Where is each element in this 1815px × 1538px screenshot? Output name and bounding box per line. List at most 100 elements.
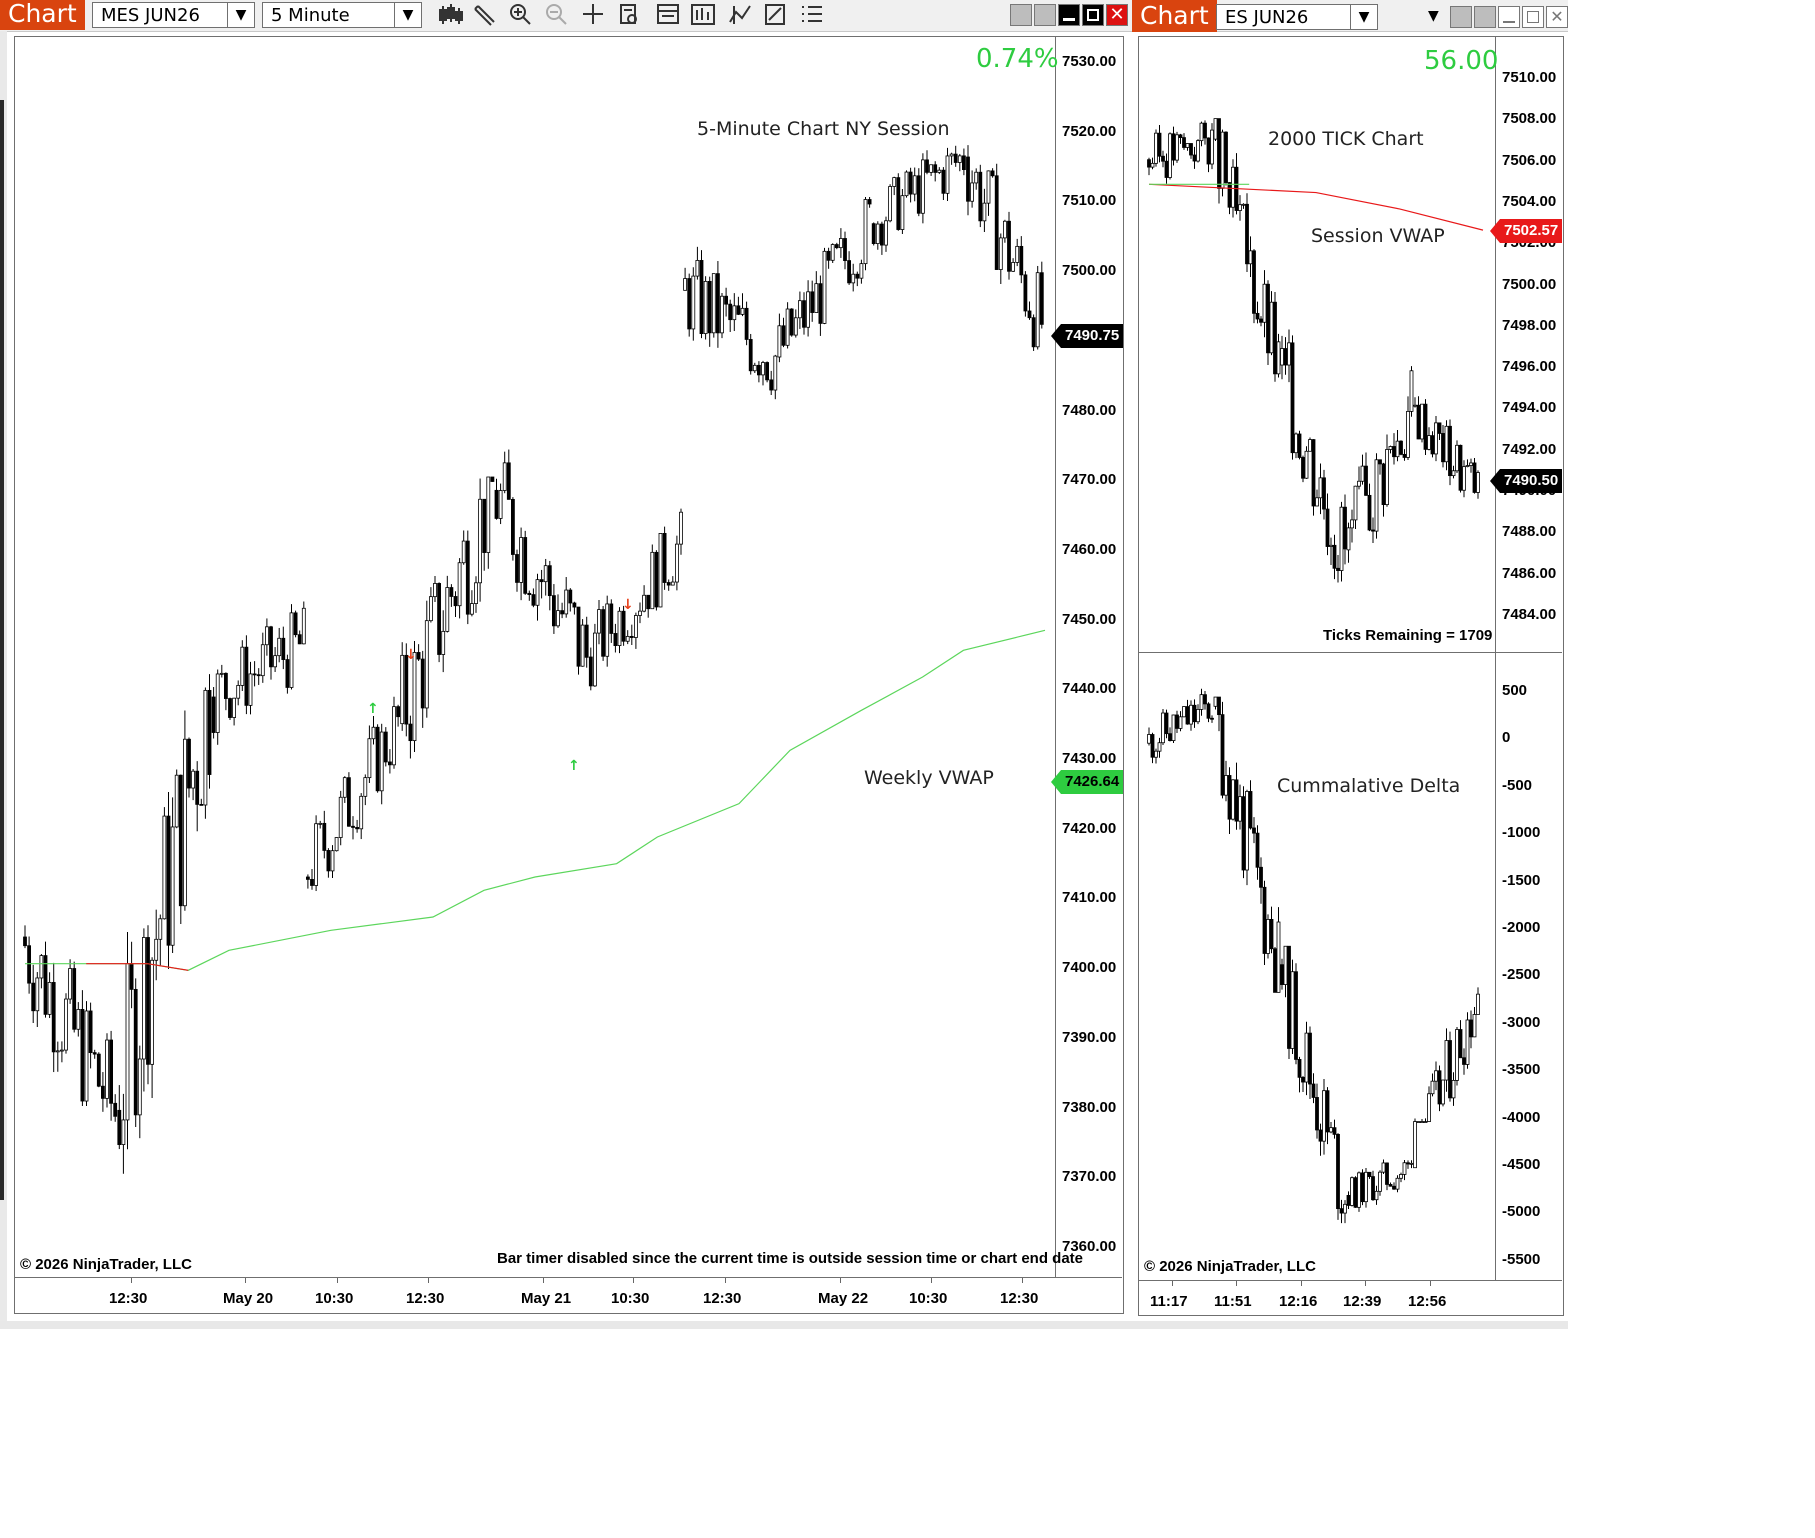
candle-body [871, 223, 876, 245]
candle-body [1430, 435, 1435, 455]
candle-body [679, 511, 683, 545]
candle-body [1007, 220, 1011, 272]
minimize-button[interactable] [1058, 4, 1080, 26]
y-tick-label: 7450.00 [1062, 610, 1117, 628]
y-tick-label: 7480.00 [1062, 401, 1117, 419]
panel-divider [1139, 652, 1562, 653]
right-maximize-button[interactable] [1522, 6, 1544, 28]
candle-body [510, 499, 515, 555]
candle-body [1385, 1162, 1389, 1185]
chevron-down-icon[interactable]: ▼ [227, 3, 254, 27]
candle-body [650, 551, 655, 610]
right-close-button[interactable]: ✕ [1546, 6, 1568, 28]
candle-body [625, 635, 630, 642]
layout-button[interactable] [1010, 4, 1032, 26]
candle-body [1178, 716, 1183, 729]
left-last-price-badge: 7490.75 [1051, 324, 1123, 348]
bar-chart-icon[interactable] [691, 4, 715, 25]
candle-body [1259, 318, 1263, 323]
left-time-axis[interactable]: 12:30 May 20 10:30 12:30 May 21 10:30 12:30 May… [15, 1278, 1055, 1312]
candle-body [1255, 312, 1260, 320]
x-tick-label: May 22 [818, 1290, 869, 1307]
right-layout-button-2[interactable] [1474, 6, 1496, 28]
candle-body [564, 589, 569, 615]
crosshair-icon[interactable] [583, 4, 603, 24]
left-chart-tab[interactable]: Chart [0, 0, 85, 30]
delta-axis[interactable]: 500 0 -500 -1000 -1500 -2000 -2500 -3000 -3500 -4… [1496, 654, 1562, 1280]
instrument-selector[interactable]: MES JUN26 ▼ [92, 2, 255, 28]
candle-body [449, 587, 454, 597]
candle-body [1444, 1040, 1449, 1081]
tick-price-axis[interactable]: 7510.007508.007506.007504.007502.007500.… [1496, 37, 1562, 652]
candle-body [847, 260, 851, 284]
list-icon[interactable] [802, 6, 822, 22]
candle-body [1147, 734, 1151, 744]
candle-body [851, 273, 856, 284]
right-time-axis[interactable]: 11:17 11:51 12:16 12:39 12:56 [1139, 1281, 1495, 1315]
chevron-down-icon[interactable]: ▼ [1350, 5, 1377, 29]
candle-body [1392, 446, 1396, 458]
candle-body [822, 250, 827, 324]
candle-body [1269, 301, 1274, 354]
candle-body [761, 362, 765, 376]
data-box-icon[interactable] [620, 4, 637, 24]
left-price-axis[interactable]: 7530.007520.007510.007500.007490.007480.… [1056, 37, 1126, 1277]
candle-body [1476, 993, 1480, 1015]
weekly-vwap-label: Weekly VWAP [864, 767, 994, 789]
maximize-button[interactable] [1082, 4, 1104, 26]
candle-body [1297, 433, 1302, 458]
candle-body [1416, 1121, 1421, 1123]
zoom-out-icon[interactable] [546, 4, 567, 25]
candle-body [1451, 1079, 1456, 1099]
candle-body [1371, 1176, 1375, 1201]
candle-body [982, 202, 987, 222]
candle-body [269, 626, 273, 668]
properties-icon[interactable] [657, 4, 679, 24]
candlestick-icon[interactable] [439, 4, 463, 24]
candle-body [428, 596, 433, 622]
close-button[interactable]: ✕ [1106, 4, 1128, 26]
cumulative-delta-chart[interactable] [1139, 654, 1495, 1280]
right-copyright: © 2026 NinjaTrader, LLC [1144, 1258, 1316, 1275]
candle-body [1294, 971, 1298, 1060]
y-tick-label: 7430.00 [1062, 750, 1117, 767]
candle-body [941, 169, 946, 194]
candle-body [539, 579, 544, 583]
candle-body [162, 815, 167, 920]
timeframe-selector[interactable]: 5 Minute ▼ [262, 2, 422, 28]
candle-body [1175, 714, 1179, 729]
candle-body [1220, 714, 1225, 796]
candle-body [314, 823, 319, 886]
candle-body [80, 1009, 85, 1102]
right-chart-tab[interactable]: Chart [1132, 0, 1217, 32]
chevron-down-icon[interactable]: ▼ [394, 3, 421, 27]
candle-body [556, 610, 560, 627]
right-instrument-selector[interactable]: ES JUN26 ▼ [1216, 4, 1378, 30]
right-layout-button[interactable] [1450, 6, 1472, 28]
candle-body [1350, 1177, 1354, 1206]
dropdown-arrow-icon[interactable]: ▼ [1428, 8, 1439, 24]
candle-body [675, 543, 679, 583]
candle-body [498, 490, 503, 519]
right-net-change: 56.00 [1424, 46, 1499, 76]
candle-body [1196, 140, 1200, 162]
y-tick-label: 7484.00 [1502, 605, 1557, 623]
candle-body [96, 1053, 101, 1087]
candle-body [199, 804, 204, 806]
candle-body [1409, 1162, 1414, 1165]
bar-timer-message: Bar timer disabled since the current tim… [497, 1250, 1084, 1267]
indicators-icon[interactable] [729, 5, 751, 24]
zoom-in-icon[interactable] [510, 4, 531, 25]
candle-body [658, 533, 663, 608]
right-minimize-button[interactable] [1498, 6, 1520, 28]
left-price-chart[interactable]: ↑ ↓ ↑ ↓ [15, 37, 1055, 1277]
draw-pencil-icon[interactable] [474, 5, 495, 26]
bottom-status-strip [0, 1321, 1568, 1329]
left-copyright: © 2026 NinjaTrader, LLC [20, 1256, 192, 1273]
strategies-icon[interactable] [765, 4, 785, 25]
layout-button-2[interactable] [1034, 4, 1056, 26]
candle-body [1217, 118, 1221, 189]
candle-body [859, 263, 864, 279]
candle-body [744, 307, 749, 340]
candle-body [1147, 159, 1151, 168]
